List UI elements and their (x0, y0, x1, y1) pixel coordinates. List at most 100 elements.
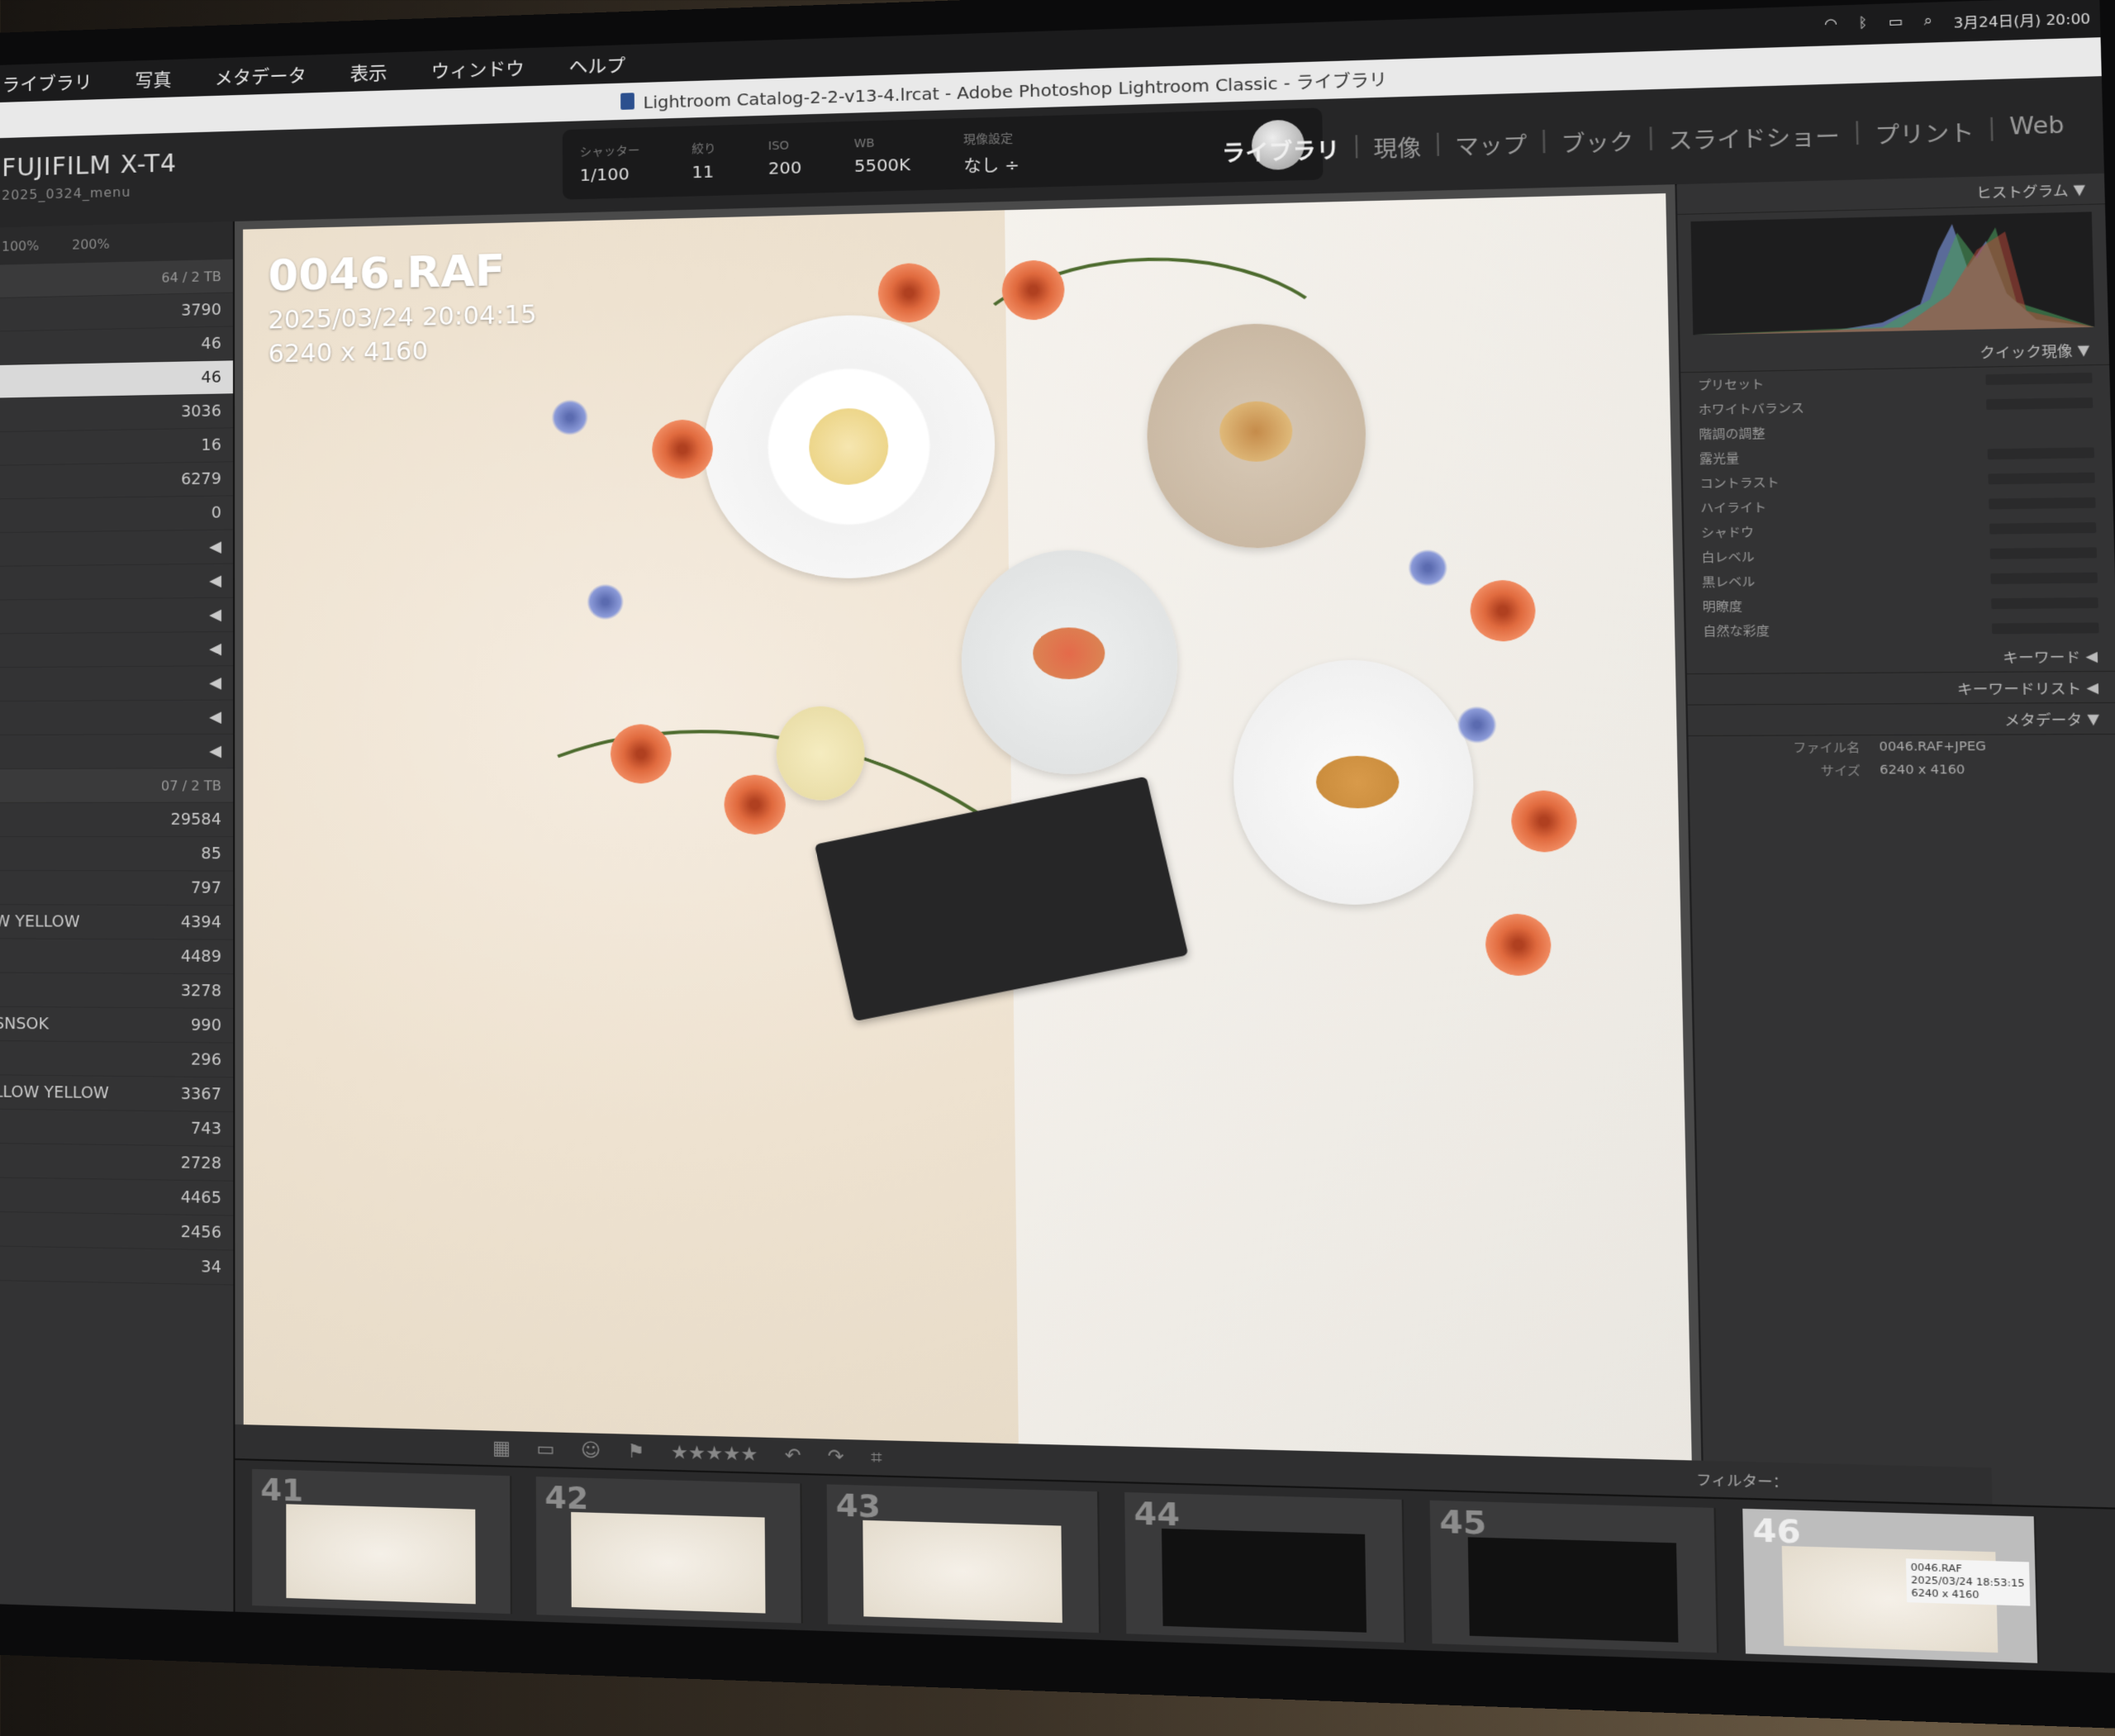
module-map[interactable]: マップ (1455, 127, 1528, 161)
keyword-list-header[interactable]: キーワードリスト ◀ (1686, 671, 2115, 706)
thumbnail-image[interactable] (863, 1520, 1062, 1624)
folder-row[interactable]: LLOW YELLOW 3367 (0, 1075, 234, 1113)
thumbnail-image[interactable] (1162, 1528, 1367, 1633)
module-library[interactable]: ライブラリ (1221, 133, 1340, 168)
folder-count: ◀ (209, 537, 221, 556)
filmstrip-thumbnail[interactable]: 44 (1124, 1491, 1406, 1643)
slider-buttons[interactable] (1989, 497, 2096, 510)
folder-row[interactable]: 3036 (0, 394, 234, 433)
folder-count: ◀ (209, 605, 221, 625)
folder-row[interactable]: ◀ (0, 666, 234, 702)
main-photo[interactable]: 0046.RAF 2025/03/24 20:04:15 6240 x 4160 (243, 193, 1693, 1488)
filmstrip-thumbnail[interactable]: 45 (1429, 1500, 1719, 1653)
menu-photo[interactable]: 写真 (135, 65, 171, 93)
thumbnail-number: 45 (1438, 1504, 1487, 1543)
slider-buttons[interactable] (1991, 622, 2099, 635)
grid-view-icon[interactable]: ▦ (492, 1437, 511, 1459)
thumbnail-image[interactable] (571, 1511, 766, 1614)
thumbnail-number: 42 (544, 1480, 589, 1517)
battery-icon[interactable]: ▭ (1889, 13, 1904, 35)
module-print[interactable]: プリント (1875, 115, 1975, 150)
metadata-header[interactable]: メタデータ ▼ (1687, 702, 2115, 737)
folder-row[interactable]: 4489 (0, 939, 234, 975)
slider-buttons[interactable] (1990, 572, 2098, 584)
menu-library[interactable]: ライブラリ (2, 68, 92, 97)
module-book[interactable]: ブック (1561, 125, 1634, 159)
slider-vibrance[interactable]: 自然な彩度 (1685, 616, 2115, 644)
people-view-icon[interactable]: ☺ (581, 1439, 601, 1462)
folder-row[interactable]: ◀ (0, 530, 234, 567)
folder-row[interactable]: 0 (0, 496, 234, 534)
exif-bar: シャッター 1/100 絞り 11 ISO 200 WB 5500K 現像設定 (562, 107, 1324, 200)
folder-row[interactable]: 46 (0, 326, 234, 366)
volume-header[interactable]: 07 / 2 TB (0, 768, 234, 803)
keywords-header[interactable]: キーワード ◀ (1686, 640, 2115, 675)
menu-view[interactable]: 表示 (350, 59, 387, 86)
filmstrip-thumbnail[interactable]: 42 (535, 1477, 803, 1624)
wb-dropdown[interactable] (1986, 397, 2094, 411)
filmstrip-thumbnail[interactable]: 46 0046.RAF 2025/03/24 18:53:15 6240 x 4160 (1742, 1508, 2040, 1663)
thumbnail-image[interactable] (1467, 1537, 1679, 1643)
folder-row[interactable]: 4465 (0, 1177, 234, 1216)
slider-buttons[interactable] (1988, 472, 2095, 485)
preset-dropdown[interactable] (1985, 372, 2093, 386)
folder-row[interactable]: ◀ (0, 564, 234, 601)
rotate-right-icon[interactable]: ↷ (828, 1445, 844, 1467)
meta-value[interactable]: 0046.RAF+JPEG (1879, 740, 1986, 754)
module-web[interactable]: Web (2009, 112, 2065, 146)
volume-header[interactable]: 64 / 2 TB (0, 259, 233, 299)
folder-row[interactable]: 296 (0, 1040, 234, 1078)
clock[interactable]: 3月24日(月) 20:00 (1953, 7, 2090, 32)
folder-row[interactable]: 85 (0, 837, 234, 872)
folder-row[interactable]: ◀ (0, 700, 234, 736)
folder-row[interactable]: ◀ (0, 597, 234, 635)
slider-buttons[interactable] (1989, 522, 2097, 535)
folder-row[interactable]: 743 (0, 1109, 234, 1147)
slider-blacks[interactable]: 黒レベル (1685, 565, 2115, 594)
wifi-icon[interactable]: ◠ (1824, 15, 1838, 36)
module-develop[interactable]: 現像 (1373, 131, 1421, 164)
flag-icon[interactable]: ⚑ (627, 1440, 644, 1463)
folder-row[interactable]: SNSOK 990 (0, 1006, 234, 1044)
exif-wb-value: 5500K (853, 154, 911, 177)
slider-clarity[interactable]: 明瞭度 (1685, 590, 2115, 619)
slider-buttons[interactable] (1987, 447, 2094, 460)
folder-row[interactable]: W YELLOW 4394 (0, 905, 234, 940)
develop-preset-value[interactable]: なし ÷ (963, 151, 1019, 178)
menu-help[interactable]: ヘルプ (569, 50, 626, 78)
rotate-left-icon[interactable]: ↶ (785, 1444, 801, 1467)
folder-row[interactable]: 2456 (0, 1211, 234, 1251)
slider-buttons[interactable] (1991, 597, 2098, 610)
folder-row[interactable]: 34 (0, 1246, 234, 1286)
folder-count: 46 (201, 368, 221, 388)
folder-row[interactable]: 46 (0, 360, 234, 399)
loupe-view[interactable]: 0046.RAF 2025/03/24 20:04:15 6240 x 4160 (234, 184, 1703, 1497)
folder-row[interactable]: ◀ (0, 631, 234, 668)
folder-row[interactable]: 6279 (0, 462, 234, 500)
crop-icon[interactable]: ⌗ (871, 1447, 882, 1469)
filmstrip-thumbnail[interactable]: 41 (252, 1468, 512, 1615)
star-rating[interactable]: ★★★★★ (671, 1442, 758, 1466)
folder-row[interactable]: 3790 (0, 293, 233, 332)
search-icon[interactable]: ⌕ (1923, 12, 1932, 33)
slider-buttons[interactable] (1989, 547, 2098, 559)
filter-label[interactable]: フィルター： (1696, 1467, 1789, 1491)
folder-row[interactable]: ◀ (0, 734, 234, 770)
folder-row[interactable]: 16 (0, 428, 234, 466)
menu-metadata[interactable]: メタデータ (215, 61, 307, 90)
bluetooth-icon[interactable]: ᛒ (1858, 14, 1868, 36)
develop-preset-label: 現像設定 (962, 131, 1014, 147)
folder-row[interactable]: 797 (0, 871, 234, 906)
zoom-200[interactable]: 200% (72, 235, 110, 252)
filmstrip-thumbnail[interactable]: 43 (826, 1484, 1101, 1634)
develop-preset[interactable]: 現像設定 なし ÷ (963, 129, 1019, 177)
folder-row[interactable]: 3278 (0, 973, 234, 1009)
module-slideshow[interactable]: スライドショー (1668, 119, 1841, 156)
zoom-100[interactable]: 100% (2, 237, 39, 254)
thumbnail-image[interactable] (286, 1504, 476, 1605)
folder-row[interactable]: 2728 (0, 1143, 234, 1182)
right-panel: ヒストグラム ▼ クイック現像 ▼ プリセット ホワイトバランス 階調の調整 露… (1676, 173, 2115, 1509)
folder-row[interactable]: 29584 (0, 802, 234, 838)
menu-window[interactable]: ウィンドウ (431, 54, 525, 83)
loupe-view-icon[interactable]: ▭ (536, 1439, 554, 1461)
